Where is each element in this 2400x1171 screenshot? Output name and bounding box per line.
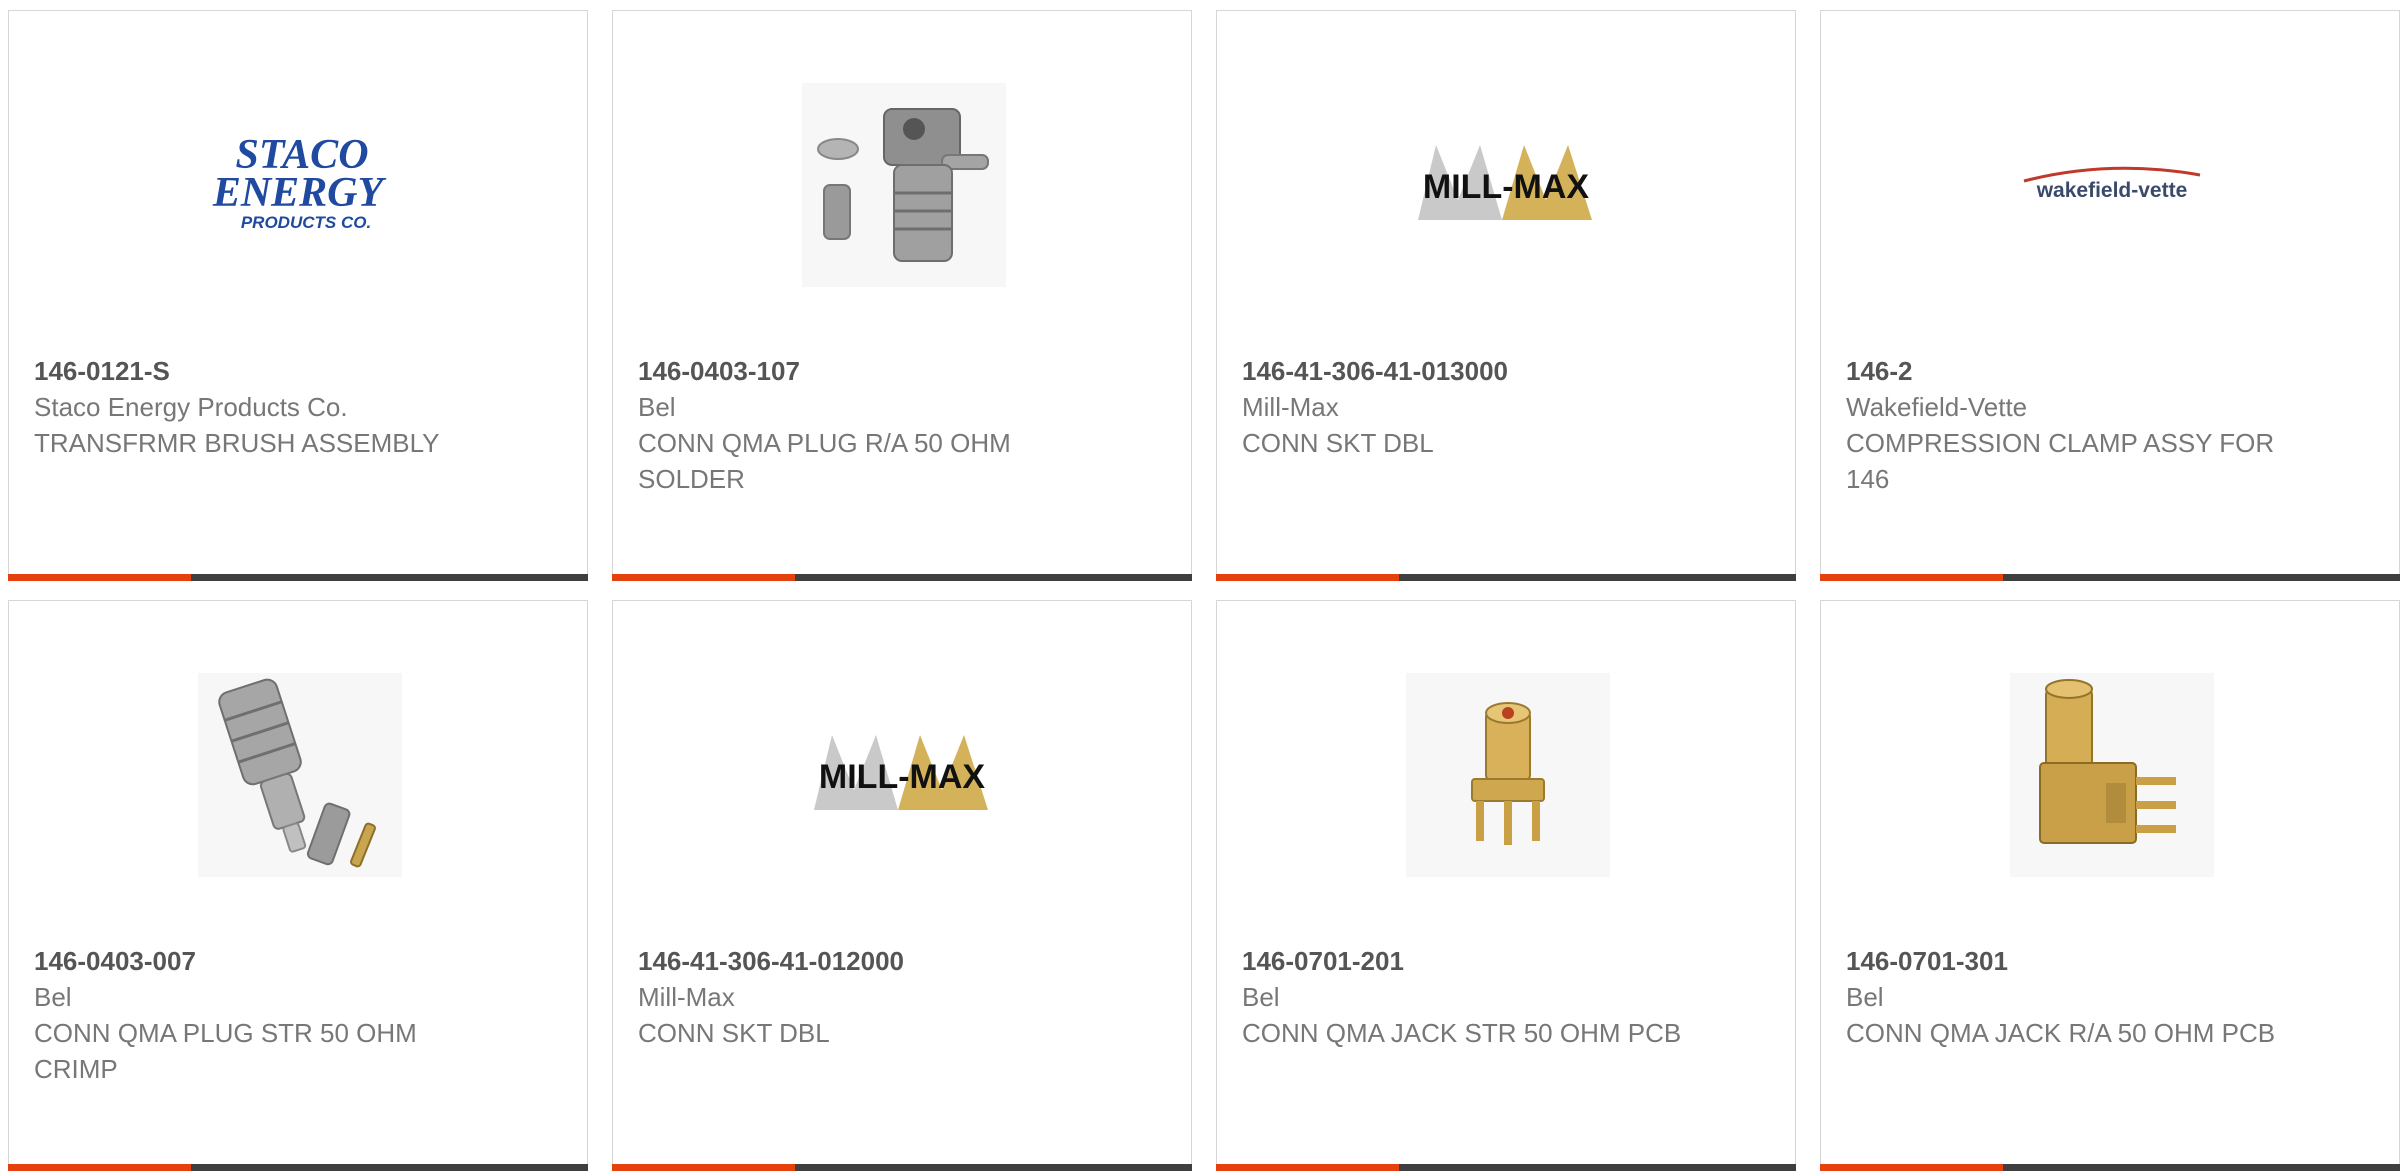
card-footer-bar	[1216, 574, 1796, 581]
mill-max-logo[interactable]: MILL-MAX	[802, 673, 1006, 877]
part-number-link[interactable]: 146-0403-007	[34, 943, 554, 979]
manufacturer-name: Bel	[1846, 982, 1884, 1012]
product-description: COMPRESSION CLAMP ASSY FOR 146	[1846, 428, 2275, 494]
manufacturer-name: Bel	[1242, 982, 1280, 1012]
card-footer-bar	[612, 574, 1192, 581]
product-card[interactable]: 146-0701-301 Bel CONN QMA JACK R/A 50 OH…	[1820, 600, 2400, 1171]
card-accent-bar	[612, 574, 795, 581]
svg-text:ENERGY: ENERGY	[212, 170, 387, 216]
mill-max-logo[interactable]: MILL-MAX	[1406, 83, 1610, 287]
card-footer-bar	[8, 1164, 588, 1171]
part-number-link[interactable]: 146-41-306-41-013000	[1242, 353, 1762, 389]
product-description: CONN SKT DBL	[1242, 428, 1434, 458]
product-description: TRANSFRMR BRUSH ASSEMBLY	[34, 428, 440, 458]
product-description: CONN SKT DBL	[638, 1018, 830, 1048]
product-description: CONN QMA JACK R/A 50 OHM PCB	[1846, 1018, 2276, 1048]
card-footer-bar	[1216, 1164, 1796, 1171]
manufacturer-name: Staco Energy Products Co.	[34, 392, 348, 422]
svg-text:wakefield-vette: wakefield-vette	[2036, 179, 2188, 202]
card-accent-bar	[8, 1164, 191, 1171]
card-footer-bar	[612, 1164, 1192, 1171]
card-accent-bar	[1216, 574, 1399, 581]
part-number-link[interactable]: 146-0403-107	[638, 353, 1158, 389]
product-card[interactable]: STACO ENERGY PRODUCTS CO. 146-0121-S Sta…	[8, 10, 588, 581]
card-footer-bar	[1820, 574, 2400, 581]
card-accent-bar	[612, 1164, 795, 1171]
product-description: CONN QMA JACK STR 50 OHM PCB	[1242, 1018, 1682, 1048]
manufacturer-name: Bel	[638, 392, 676, 422]
connector-jack-ra-photo[interactable]	[2010, 673, 2214, 877]
part-number-link[interactable]: 146-0121-S	[34, 353, 554, 389]
svg-text:PRODUCTS CO.: PRODUCTS CO.	[241, 213, 371, 232]
connector-jack-str-photo[interactable]	[1406, 673, 1610, 877]
product-description: CONN QMA PLUG STR 50 OHM CRIMP	[34, 1018, 417, 1084]
product-description: CONN QMA PLUG R/A 50 OHM SOLDER	[638, 428, 1011, 494]
connector-plug-ra-photo[interactable]	[802, 83, 1006, 287]
manufacturer-name: Wakefield-Vette	[1846, 392, 2028, 422]
manufacturer-name: Bel	[34, 982, 72, 1012]
connector-plug-str-photo[interactable]	[198, 673, 402, 877]
card-accent-bar	[8, 574, 191, 581]
product-card[interactable]: MILL-MAX 146-41-306-41-012000 Mill-Max C…	[612, 600, 1192, 1171]
part-number-link[interactable]: 146-2	[1846, 353, 2366, 389]
card-accent-bar	[1820, 1164, 2003, 1171]
product-grid: STACO ENERGY PRODUCTS CO. 146-0121-S Sta…	[8, 10, 2400, 1171]
svg-text:MILL-MAX: MILL-MAX	[1423, 168, 1590, 206]
part-number-link[interactable]: 146-0701-201	[1242, 943, 1762, 979]
product-card[interactable]: wakefield-vette 146-2 Wakefield-Vette CO…	[1820, 10, 2400, 581]
staco-energy-logo[interactable]: STACO ENERGY PRODUCTS CO.	[198, 83, 402, 287]
product-card[interactable]: MILL-MAX 146-41-306-41-013000 Mill-Max C…	[1216, 10, 1796, 581]
card-footer-bar	[8, 574, 588, 581]
product-card[interactable]: 146-0403-107 Bel CONN QMA PLUG R/A 50 OH…	[612, 10, 1192, 581]
product-card[interactable]: 146-0701-201 Bel CONN QMA JACK STR 50 OH…	[1216, 600, 1796, 1171]
manufacturer-name: Mill-Max	[638, 982, 735, 1012]
product-card[interactable]: 146-0403-007 Bel CONN QMA PLUG STR 50 OH…	[8, 600, 588, 1171]
card-footer-bar	[1820, 1164, 2400, 1171]
wakefield-vette-logo[interactable]: wakefield-vette	[2010, 83, 2214, 287]
card-accent-bar	[1820, 574, 2003, 581]
svg-text:MILL-MAX: MILL-MAX	[819, 758, 986, 796]
card-accent-bar	[1216, 1164, 1399, 1171]
part-number-link[interactable]: 146-41-306-41-012000	[638, 943, 1158, 979]
manufacturer-name: Mill-Max	[1242, 392, 1339, 422]
part-number-link[interactable]: 146-0701-301	[1846, 943, 2366, 979]
